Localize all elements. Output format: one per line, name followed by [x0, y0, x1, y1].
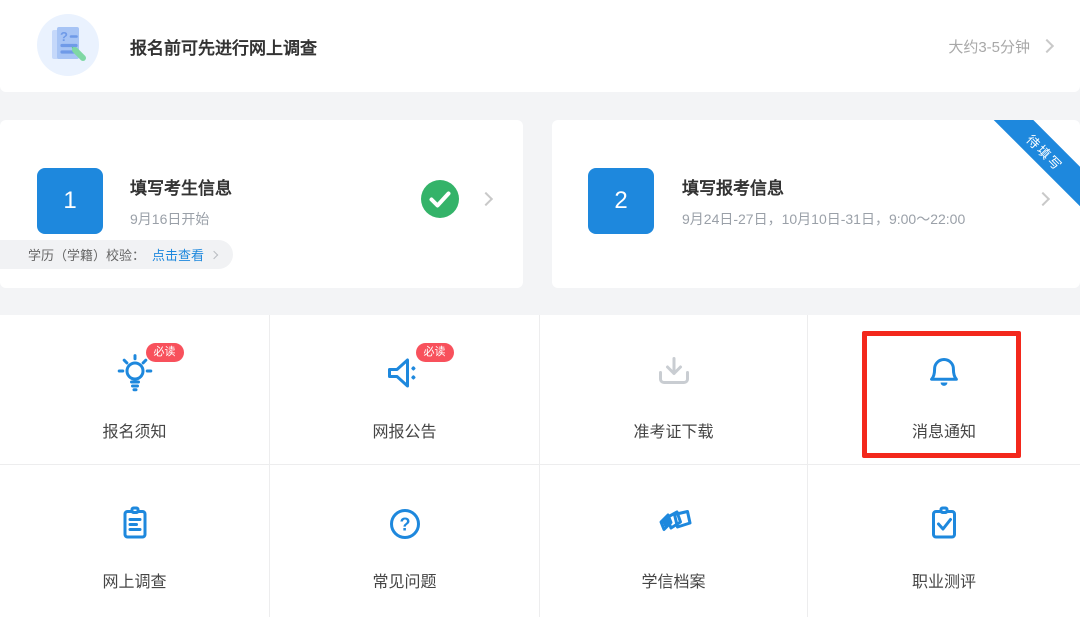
check-circle-icon	[421, 180, 459, 218]
education-check-link[interactable]: 点击查看	[152, 245, 204, 264]
step-date-text: 9月16日开始	[130, 209, 209, 229]
banner-duration-text: 大约3-5分钟	[948, 36, 1030, 57]
survey-banner: ? 报名前可先进行网上调查 大约3-5分钟	[0, 0, 1080, 92]
grid-item-label: 职业测评	[912, 568, 976, 592]
grid-item-label: 学信档案	[641, 568, 705, 592]
function-grid: 必读 报名须知 必读 网报公告 准考证下载	[0, 315, 1080, 617]
step-card-fill-application-info[interactable]: 2 填写报考信息 9月24日-27日，10月10日-31日，9:00～22:00…	[552, 120, 1080, 288]
clipboard-icon	[113, 502, 157, 546]
grid-item-signup-notice[interactable]: 必读 报名须知	[0, 315, 270, 465]
chevron-right-icon	[1036, 192, 1050, 206]
clipboard-check-icon	[922, 502, 966, 546]
grid-item-online-survey[interactable]: 网上调查	[0, 465, 270, 617]
grid-item-faq[interactable]: ? 常见问题	[270, 465, 540, 617]
must-read-badge: 必读	[146, 343, 184, 362]
must-read-badge: 必读	[416, 343, 454, 362]
grid-item-label: 网报公告	[372, 418, 436, 442]
grid-item-announcements[interactable]: 必读 网报公告	[270, 315, 540, 465]
step-number-badge: 1	[37, 168, 103, 234]
survey-document-icon: ?	[36, 13, 100, 77]
education-check-label: 学历（学籍）校验：	[28, 245, 145, 264]
chevron-right-icon	[479, 192, 493, 206]
archive-icon	[652, 502, 696, 546]
pending-ribbon: 待填写	[984, 120, 1080, 213]
bell-icon	[922, 352, 966, 396]
grid-item-admission-ticket-download[interactable]: 准考证下载	[540, 315, 808, 465]
grid-item-label: 报名须知	[102, 418, 166, 442]
grid-item-message-notifications[interactable]: 消息通知	[808, 315, 1080, 465]
svg-text:?: ?	[399, 515, 410, 535]
chevron-right-icon	[210, 250, 218, 258]
grid-item-career-assessment[interactable]: 职业测评	[808, 465, 1080, 617]
step-number-badge: 2	[588, 168, 654, 234]
grid-item-label: 消息通知	[912, 418, 976, 442]
step-date-text: 9月24日-27日，10月10日-31日，9:00～22:00	[682, 209, 965, 229]
download-icon	[652, 352, 696, 396]
chevron-right-icon	[1040, 39, 1054, 53]
grid-item-label: 网上调查	[102, 568, 166, 592]
step-title: 填写报考信息	[682, 174, 784, 199]
banner-title: 报名前可先进行网上调查	[130, 0, 317, 92]
grid-item-label: 准考证下载	[633, 418, 713, 442]
education-check-pill[interactable]: 学历（学籍）校验： 点击查看	[0, 240, 233, 269]
banner-duration-link[interactable]: 大约3-5分钟	[948, 0, 1052, 92]
step-title: 填写考生信息	[130, 174, 232, 199]
question-icon: ?	[383, 502, 427, 546]
grid-item-xuexin-archive[interactable]: 学信档案	[540, 465, 808, 617]
step-card-fill-candidate-info[interactable]: 1 填写考生信息 9月16日开始 学历（学籍）校验： 点击查看	[0, 120, 523, 288]
grid-item-label: 常见问题	[372, 568, 436, 592]
svg-text:?: ?	[60, 29, 68, 44]
